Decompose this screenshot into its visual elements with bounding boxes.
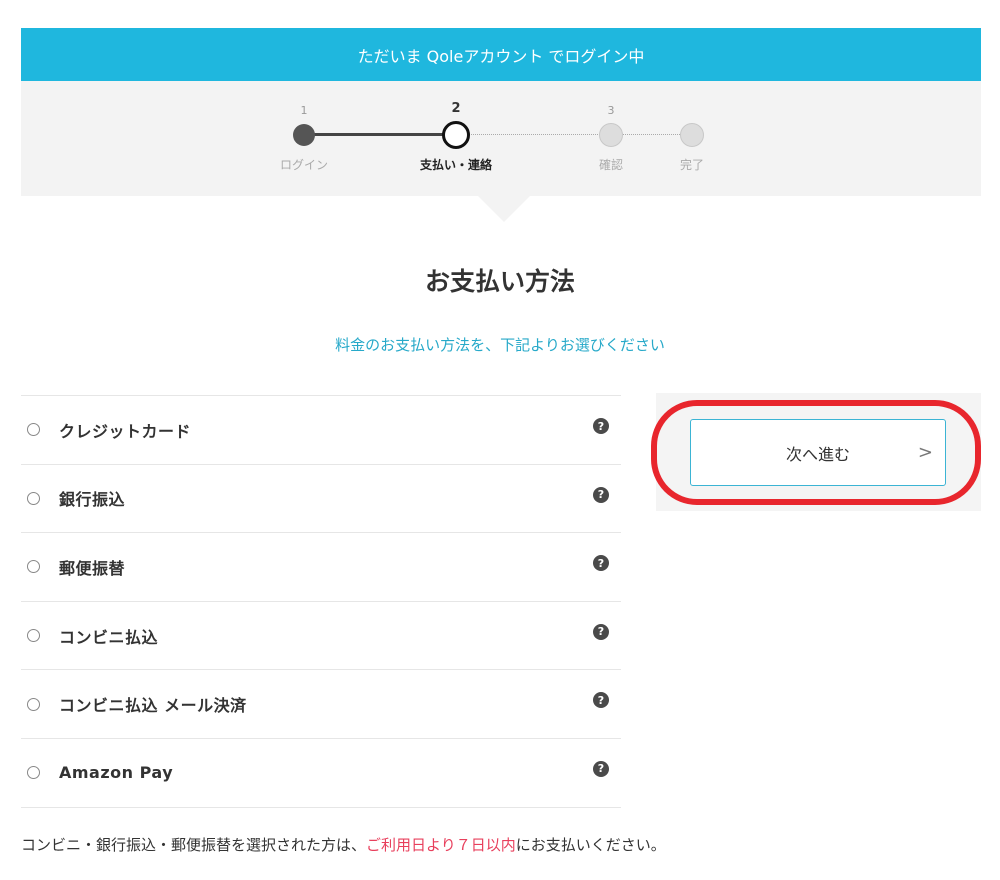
note-deadline-highlight: ご利用日より７日以内: [366, 836, 516, 854]
progress-stepper: [21, 81, 981, 196]
radio-button[interactable]: [27, 766, 40, 780]
note-text-after: にお支払いください。: [515, 836, 666, 854]
login-status-text: ただいま Qoleアカウント でログイン中: [357, 46, 645, 66]
step-2-number: 2: [451, 101, 461, 116]
payment-method-label: Amazon Pay: [59, 763, 174, 783]
step-3-label: 確認: [598, 158, 624, 172]
step-2-label: 支払い・連絡: [419, 158, 493, 172]
stepper-pointer: [478, 196, 530, 222]
step-1-number: 1: [300, 104, 308, 117]
payment-method-convenience-store-email[interactable]: コンビニ払込 メール決済 ?: [21, 670, 621, 739]
payment-method-postal-transfer[interactable]: 郵便振替 ?: [21, 533, 621, 602]
help-icon[interactable]: ?: [593, 486, 609, 503]
step-2-dot: [442, 121, 470, 149]
payment-method-convenience-store[interactable]: コンビニ払込 ?: [21, 602, 621, 671]
payment-method-label: 郵便振替: [59, 558, 126, 578]
payment-method-label: クレジットカード: [59, 421, 192, 441]
next-button[interactable]: 次へ進む >: [690, 419, 946, 486]
step-4-label: 完了: [679, 158, 705, 172]
help-icon[interactable]: ?: [593, 760, 609, 777]
page-subtitle: 料金のお支払い方法を、下記よりお選びください: [335, 336, 665, 354]
stepper-line-completed: [304, 133, 456, 136]
payment-method-label: コンビニ払込: [59, 627, 159, 647]
payment-method-bank-transfer[interactable]: 銀行振込 ?: [21, 465, 621, 534]
help-icon[interactable]: ?: [593, 692, 609, 709]
next-button-label: 次へ進む: [785, 444, 850, 464]
radio-button[interactable]: [27, 697, 40, 711]
page-title: お支払い方法: [424, 267, 575, 296]
step-3-number: 3: [607, 104, 615, 117]
payment-deadline-note: コンビニ・銀行振込・郵便振替を選択された方は、ご利用日より７日以内にお支払いくだ…: [21, 834, 666, 855]
chevron-right-icon: >: [917, 442, 933, 463]
note-text-before: コンビニ・銀行振込・郵便振替を選択された方は、: [21, 836, 367, 854]
radio-button[interactable]: [27, 560, 40, 574]
login-status-banner: ただいま Qoleアカウント でログイン中: [21, 28, 981, 81]
radio-button[interactable]: [27, 423, 40, 437]
help-icon[interactable]: ?: [593, 418, 609, 434]
step-3-dot: [599, 123, 623, 147]
payment-method-label: 銀行振込: [59, 490, 126, 510]
payment-method-list: クレジットカード ? 銀行振込 ? 郵便振替 ? コンビニ払込 ? コンビニ払込…: [21, 395, 621, 808]
radio-button[interactable]: [27, 491, 40, 505]
stepper-line-pending: [458, 134, 610, 135]
payment-method-label: コンビニ払込 メール決済: [59, 696, 247, 716]
payment-method-credit-card[interactable]: クレジットカード ?: [21, 396, 621, 465]
payment-method-amazon-pay[interactable]: Amazon Pay ?: [21, 739, 621, 808]
radio-button[interactable]: [27, 629, 40, 643]
step-1-label: ログイン: [279, 158, 329, 172]
help-icon[interactable]: ?: [593, 555, 609, 572]
step-1-dot: [293, 124, 315, 146]
help-icon[interactable]: ?: [593, 623, 609, 640]
step-4-dot: [680, 123, 704, 147]
